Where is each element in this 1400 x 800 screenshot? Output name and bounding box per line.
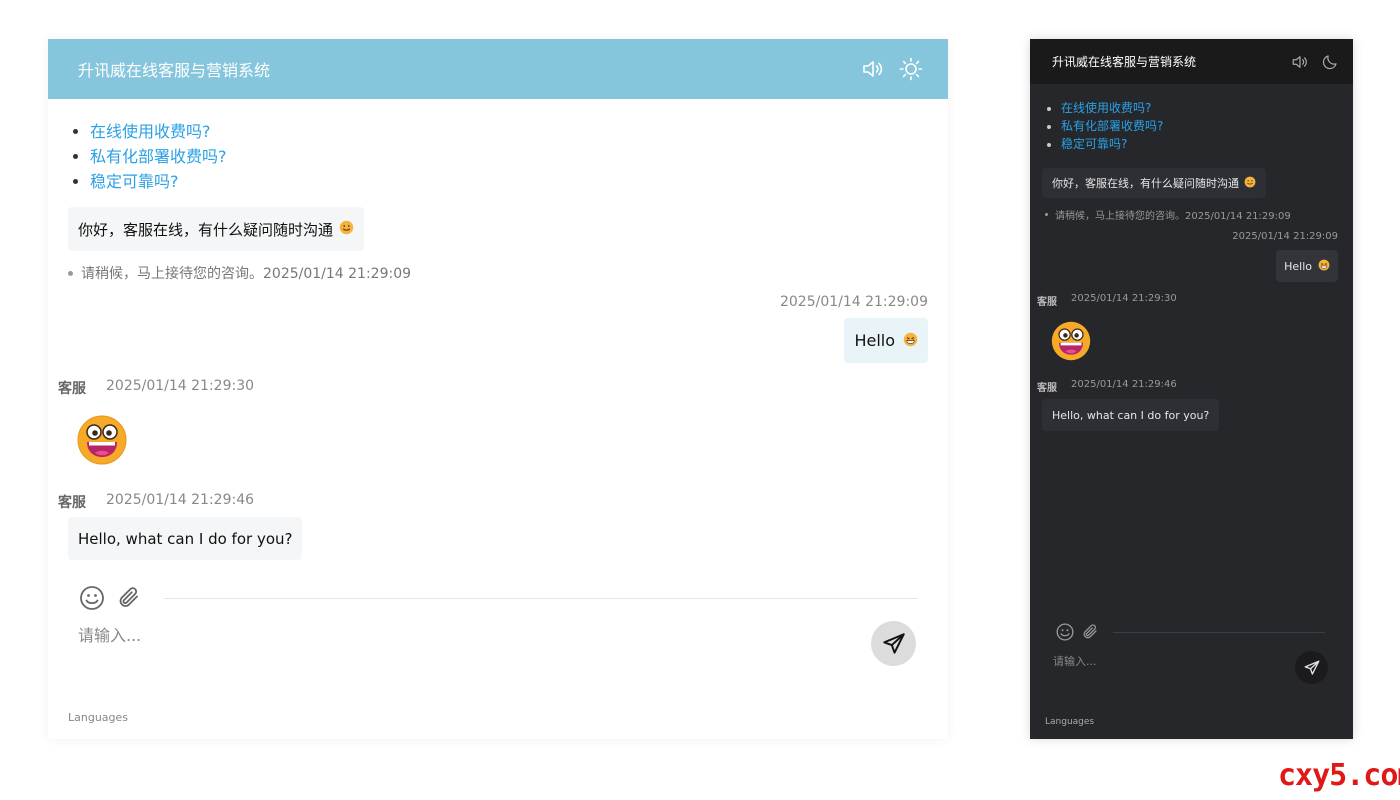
emoji-icon[interactable] — [1055, 622, 1075, 642]
chat-header: 升讯威在线客服与营销系统 — [48, 39, 948, 99]
system-notice: 请稍候，马上接待您的咨询。2025/01/14 21:29:09 — [68, 263, 411, 283]
system-notice-text: 请稍候，马上接待您的咨询。2025/01/14 21:29:09 — [1055, 211, 1291, 222]
faq-item[interactable]: 稳定可靠吗? — [90, 169, 948, 194]
sun-icon[interactable] — [898, 56, 924, 82]
grinning-icon — [903, 332, 918, 350]
paperclip-icon[interactable] — [116, 584, 144, 612]
agent-timestamp: 2025/01/14 21:29:30 — [106, 378, 255, 394]
grinning-icon — [1318, 259, 1330, 273]
agent-timestamp: 2025/01/14 21:29:46 — [106, 492, 255, 508]
user-message-bubble: Hello — [844, 318, 928, 363]
smiling-face-icon — [1244, 176, 1256, 190]
grinning-face-sticker — [1051, 321, 1091, 365]
agent-name: 客服 — [1037, 383, 1057, 394]
composer — [78, 584, 918, 645]
composer — [1053, 622, 1325, 668]
send-button[interactable] — [1295, 651, 1328, 684]
faq-link[interactable]: 私有化部署收费吗? — [1061, 119, 1163, 133]
faq-link[interactable]: 在线使用收费吗? — [90, 122, 211, 141]
system-notice: 请稍候，马上接待您的咨询。2025/01/14 21:29:09 — [1045, 207, 1291, 222]
greeting-bubble: 你好，客服在线，有什么疑问随时沟通 — [68, 207, 365, 251]
agent-message-header: 客服 2025/01/14 21:29:46 — [58, 492, 254, 512]
chat-window-dark: 升讯威在线客服与营销系统 在线使用收费吗? 私有化部署收费吗? 稳定可靠吗? 你… — [1030, 39, 1353, 739]
send-button[interactable] — [871, 621, 916, 666]
faq-link[interactable]: 在线使用收费吗? — [1061, 101, 1151, 115]
paperclip-icon[interactable] — [1081, 622, 1101, 642]
speaker-icon[interactable] — [1291, 53, 1309, 71]
agent-timestamp: 2025/01/14 21:29:46 — [1071, 379, 1177, 390]
user-timestamp: 2025/01/14 21:29:09 — [1232, 231, 1338, 242]
message-input[interactable] — [78, 626, 838, 645]
bullet-icon — [68, 270, 73, 276]
chat-window-light: 升讯威在线客服与营销系统 在线使用收费吗? 私有化部署收费吗? 稳定可靠吗? 你… — [48, 39, 948, 739]
send-icon — [881, 631, 907, 657]
faq-link[interactable]: 稳定可靠吗? — [1061, 137, 1127, 151]
agent-message-bubble: Hello, what can I do for you? — [1042, 399, 1220, 431]
faq-item[interactable]: 私有化部署收费吗? — [1061, 117, 1353, 135]
greeting-text: 你好，客服在线，有什么疑问随时沟通 — [78, 220, 334, 239]
agent-timestamp: 2025/01/14 21:29:30 — [1071, 293, 1177, 304]
faq-link[interactable]: 稳定可靠吗? — [90, 172, 179, 191]
greeting-bubble: 你好，客服在线，有什么疑问随时沟通 — [1042, 168, 1266, 198]
user-message-text: Hello — [1284, 259, 1312, 273]
composer-divider — [164, 597, 918, 599]
agent-message-bubble: Hello, what can I do for you? — [68, 517, 303, 560]
grinning-face-sticker — [77, 415, 127, 469]
composer-toolbar — [78, 584, 918, 612]
languages-link[interactable]: Languages — [68, 711, 128, 724]
faq-item[interactable]: 在线使用收费吗? — [90, 119, 948, 144]
watermark: cxy5.com — [1278, 758, 1400, 793]
agent-message-text: Hello, what can I do for you? — [1052, 408, 1210, 422]
send-icon — [1303, 659, 1321, 677]
agent-message-header: 客服 2025/01/14 21:29:30 — [1037, 293, 1177, 308]
chat-header: 升讯威在线客服与营销系统 — [1030, 39, 1353, 84]
speaker-icon[interactable] — [860, 56, 886, 82]
system-notice-text: 请稍候，马上接待您的咨询。2025/01/14 21:29:09 — [81, 266, 412, 282]
faq-item[interactable]: 在线使用收费吗? — [1061, 99, 1353, 117]
chat-title: 升讯威在线客服与营销系统 — [1052, 55, 1197, 69]
agent-message-header: 客服 2025/01/14 21:29:46 — [1037, 379, 1177, 394]
faq-item[interactable]: 稳定可靠吗? — [1061, 135, 1353, 153]
faq-item[interactable]: 私有化部署收费吗? — [90, 144, 948, 169]
composer-toolbar — [1055, 622, 1325, 642]
bullet-icon — [1045, 213, 1048, 216]
user-message-text: Hello — [854, 331, 895, 350]
agent-message-header: 客服 2025/01/14 21:29:30 — [58, 378, 254, 398]
languages-link[interactable]: Languages — [1045, 717, 1094, 727]
agent-name: 客服 — [1037, 297, 1057, 308]
user-timestamp: 2025/01/14 21:29:09 — [779, 294, 928, 310]
chat-title: 升讯威在线客服与营销系统 — [78, 61, 271, 80]
faq-list: 在线使用收费吗? 私有化部署收费吗? 稳定可靠吗? — [1030, 99, 1353, 153]
greeting-text: 你好，客服在线，有什么疑问随时沟通 — [1052, 177, 1239, 190]
composer-divider — [1113, 631, 1325, 633]
message-input[interactable] — [1053, 655, 1273, 668]
user-message-bubble: Hello — [1276, 250, 1338, 282]
agent-name: 客服 — [58, 495, 86, 511]
agent-message-text: Hello, what can I do for you? — [78, 529, 293, 548]
faq-list: 在线使用收费吗? 私有化部署收费吗? 稳定可靠吗? — [48, 119, 948, 194]
emoji-icon[interactable] — [78, 584, 106, 612]
faq-link[interactable]: 私有化部署收费吗? — [90, 147, 227, 166]
agent-name: 客服 — [58, 381, 86, 397]
moon-icon[interactable] — [1321, 53, 1339, 71]
smiling-face-icon — [339, 220, 354, 238]
